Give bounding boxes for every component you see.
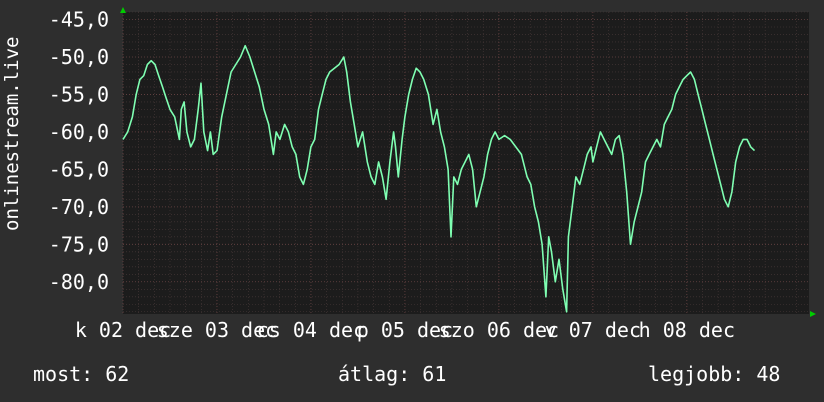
x-tick-label: h 08 dec xyxy=(639,318,735,342)
y-tick-label: -65,0 xyxy=(49,157,109,181)
average-label: átlag: xyxy=(338,362,411,386)
x-axis-arrow xyxy=(810,311,816,317)
y-tick-label: -70,0 xyxy=(49,195,109,219)
x-tick-label: szo 06 dec xyxy=(439,318,559,342)
y-tick-label: -60,0 xyxy=(49,120,109,144)
y-axis-arrow xyxy=(120,7,126,13)
footer-average: átlag: 61 xyxy=(338,362,446,386)
current-label: most: xyxy=(33,362,94,386)
y-tick-label: -75,0 xyxy=(49,232,109,256)
average-value: 61 xyxy=(422,362,447,386)
x-tick-label: cs 04 dec xyxy=(257,318,365,342)
y-axis-label: onlinestream.live xyxy=(1,36,23,231)
y-tick-label: -55,0 xyxy=(49,82,109,106)
footer-current: most: 62 xyxy=(33,362,129,386)
best-value: 48 xyxy=(756,362,781,386)
y-tick-label: -45,0 xyxy=(49,7,109,31)
best-label: legjobb: xyxy=(648,362,745,386)
x-axis-ticks: k 02 decsze 03 deccs 04 decp 05 decszo 0… xyxy=(75,318,735,342)
current-value: 62 xyxy=(105,362,130,386)
y-axis-ticks: -45,0 -50,0 -55,0 -60,0 -65,0 -70,0 -75,0 -80,0 xyxy=(49,7,109,293)
y-tick-label: -80,0 xyxy=(49,270,109,294)
y-tick-label: -50,0 xyxy=(49,45,109,69)
footer-best: legjobb: 48 xyxy=(648,362,780,386)
chart: -45,0 -50,0 -55,0 -60,0 -65,0 -70,0 -75,0 -80,0… xyxy=(49,7,816,342)
x-tick-label: v 07 dec xyxy=(545,318,641,342)
